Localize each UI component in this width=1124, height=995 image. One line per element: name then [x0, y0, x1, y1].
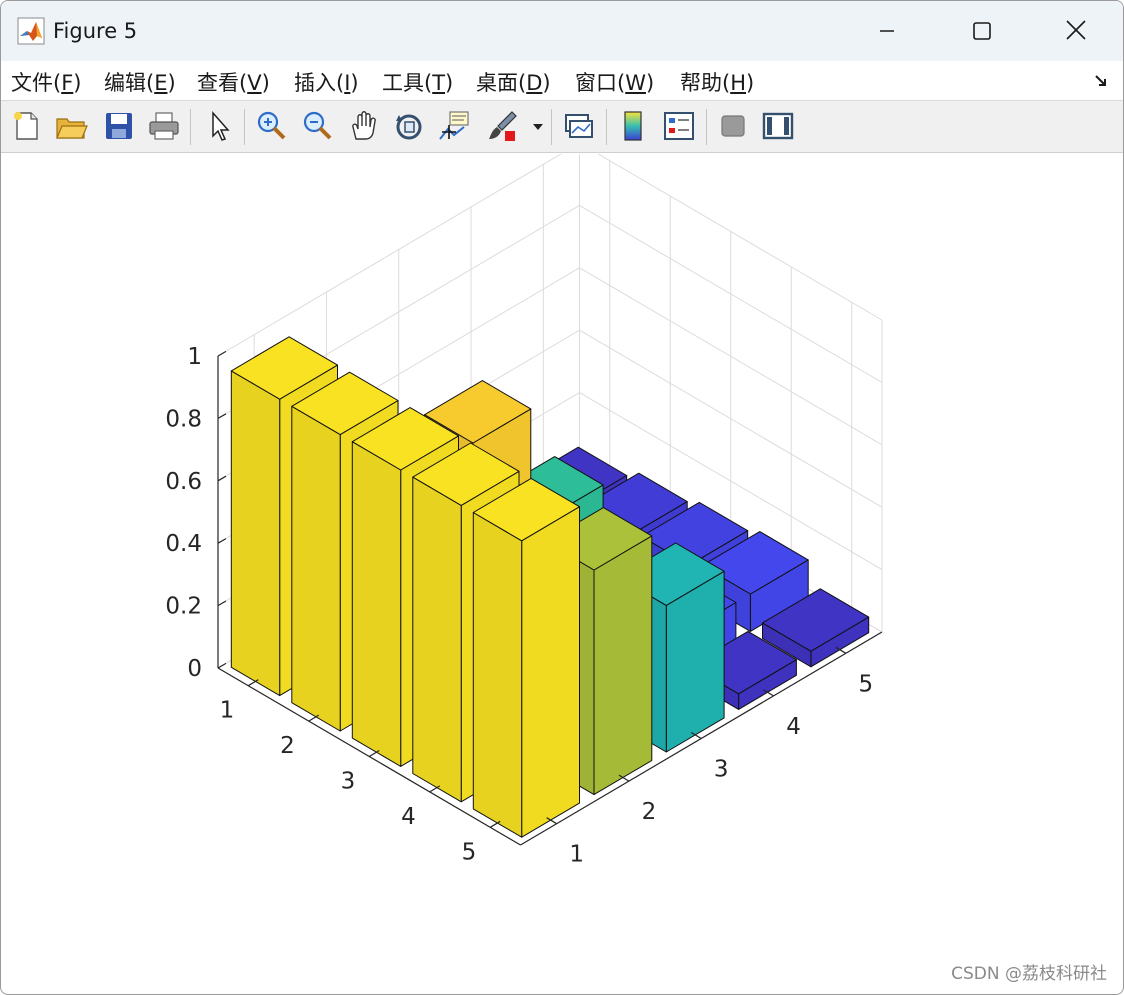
dock-arrow-icon[interactable] [1093, 73, 1109, 89]
z-tick-mark [217, 475, 227, 482]
zoom-out-icon[interactable] [301, 109, 335, 143]
toolbar-separator [190, 109, 191, 145]
bar3-chart[interactable]: 0 0.2 0.4 0.6 0.8 1 1 2 3 4 5 1 2 3 4 5 [1, 142, 1124, 995]
z-tick-mark [217, 538, 227, 544]
bar-side-face [230, 370, 281, 697]
save-icon[interactable] [102, 109, 136, 143]
watermark: CSDN @荔枝科研社 [951, 964, 1107, 984]
x-tick-label: 2 [642, 799, 657, 825]
menu-desktop[interactable]: 桌面(D) [476, 67, 551, 97]
y-tick-label: 4 [401, 804, 416, 830]
z-tick-label: 0 [187, 656, 202, 682]
plot-area: 0 0.2 0.4 0.6 0.8 1 1 2 3 4 5 1 2 3 4 5 [1, 142, 1124, 995]
z-tick-label: 0.4 [165, 531, 202, 557]
z-tick-mark [217, 413, 227, 419]
menu-tools[interactable]: 工具(T) [382, 67, 453, 97]
colorbar-icon[interactable] [616, 109, 650, 143]
z-tick-label: 0.6 [165, 469, 202, 495]
pan-hand-icon[interactable] [347, 109, 381, 143]
bar-side-face [291, 405, 341, 732]
brush-dropdown-icon[interactable] [528, 109, 548, 143]
bar-side-face [472, 512, 523, 838]
brush-icon[interactable] [486, 109, 520, 143]
menu-bar: 文件(F) 编辑(E) 查看(V) 插入(I) 工具(T) 桌面(D) 窗口(W… [1, 61, 1123, 101]
menu-insert[interactable]: 插入(I) [294, 67, 359, 97]
z-tick-mark [217, 350, 227, 357]
z-tick-label: 0.8 [165, 406, 202, 432]
maximize-button[interactable] [959, 13, 1005, 49]
minimize-button[interactable] [864, 13, 910, 49]
z-tick-label: 1 [187, 344, 202, 370]
hide-plot-tools-icon[interactable] [716, 109, 750, 143]
close-button[interactable] [1053, 13, 1099, 49]
close-icon [1066, 20, 1086, 40]
z-tick-mark [217, 600, 227, 607]
x-tick-label: 5 [859, 671, 874, 697]
legend-icon[interactable] [662, 109, 696, 143]
z-tick-mark [217, 662, 227, 669]
link-plot-icon[interactable] [562, 109, 596, 143]
menu-edit[interactable]: 编辑(E) [104, 67, 176, 97]
x-tick-label: 1 [569, 842, 584, 868]
y-tick-label: 1 [220, 698, 235, 724]
open-file-icon[interactable] [54, 109, 88, 143]
window-title: Figure 5 [53, 19, 138, 43]
y-tick-label: 3 [341, 769, 356, 795]
data-cursor-icon[interactable] [438, 109, 472, 143]
print-icon[interactable] [147, 109, 181, 143]
pointer-icon[interactable] [203, 109, 237, 143]
zoom-in-icon[interactable] [255, 109, 289, 143]
minimize-icon [880, 30, 894, 32]
toolbar-separator [706, 109, 707, 145]
matlab-logo-icon [17, 17, 45, 45]
y-tick-label: 2 [280, 733, 295, 759]
title-bar: Figure 5 [1, 1, 1123, 61]
y-tick-label: 5 [462, 839, 477, 865]
toolbar [1, 101, 1123, 153]
bar-side-face [351, 441, 402, 767]
x-tick-label: 3 [714, 757, 729, 783]
menu-view[interactable]: 查看(V) [197, 67, 270, 97]
figure-window: Figure 5 文件(F) 编辑(E) 查看(V) 插入(I) 工具(T) 桌… [0, 0, 1124, 995]
bar-front-face [521, 506, 580, 838]
bar-front-face [593, 535, 653, 796]
new-figure-icon[interactable] [10, 109, 44, 143]
z-tick-label: 0.2 [165, 594, 202, 620]
menu-help[interactable]: 帮助(H) [680, 67, 754, 97]
toolbar-separator [606, 109, 607, 145]
show-plot-tools-icon[interactable] [761, 109, 795, 143]
rotate-3d-icon[interactable] [392, 109, 426, 143]
x-tick-label: 4 [786, 714, 801, 740]
toolbar-separator [551, 109, 552, 145]
menu-file[interactable]: 文件(F) [11, 67, 82, 97]
toolbar-separator [244, 109, 245, 145]
menu-window[interactable]: 窗口(W) [575, 67, 654, 97]
bar-side-face [412, 476, 462, 803]
maximize-icon [973, 22, 991, 40]
